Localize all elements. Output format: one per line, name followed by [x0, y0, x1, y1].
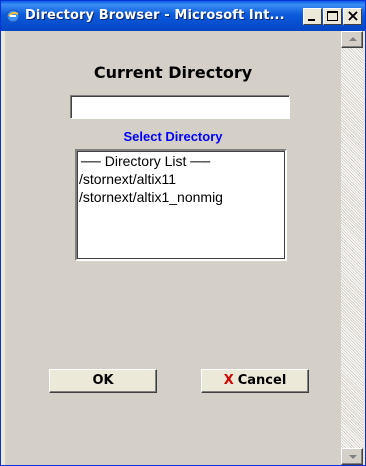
scroll-down-button[interactable]	[341, 448, 363, 465]
list-item[interactable]: /stornext/altix1_nonmig	[79, 188, 283, 206]
directory-list-header[interactable]: ── Directory List ──	[79, 152, 283, 170]
cancel-button[interactable]: X Cancel	[201, 369, 309, 393]
page-content: Current Directory Select Directory ── Di…	[5, 31, 341, 465]
current-directory-heading: Current Directory	[93, 63, 253, 82]
arrow-down-icon	[349, 455, 357, 459]
window-title: Directory Browser - Microsoft Int...	[25, 8, 285, 23]
title-bar[interactable]: Directory Browser - Microsoft Int... ×	[1, 1, 365, 31]
cancel-button-label: Cancel	[237, 373, 287, 388]
maximize-button[interactable]	[323, 8, 342, 25]
close-icon: ×	[346, 6, 360, 25]
list-item[interactable]: /stornext/altix11	[79, 170, 283, 188]
current-directory-input[interactable]	[70, 95, 290, 119]
directory-list[interactable]: ── Directory List ── /stornext/altix11 /…	[75, 149, 287, 261]
maximize-icon	[327, 11, 338, 21]
select-directory-label: Select Directory	[123, 129, 223, 144]
ok-button-label: OK	[92, 373, 114, 388]
close-button[interactable]: ×	[343, 6, 362, 25]
ok-button[interactable]: OK	[49, 369, 157, 393]
minimize-button[interactable]	[303, 8, 322, 25]
vertical-scrollbar[interactable]	[341, 31, 363, 465]
browser-window: Directory Browser - Microsoft Int... × C…	[0, 0, 366, 466]
scroll-up-button[interactable]	[341, 31, 363, 48]
cancel-icon: X	[223, 373, 234, 388]
internet-explorer-icon	[6, 9, 20, 23]
minimize-icon	[308, 19, 315, 21]
arrow-up-icon	[349, 37, 357, 41]
